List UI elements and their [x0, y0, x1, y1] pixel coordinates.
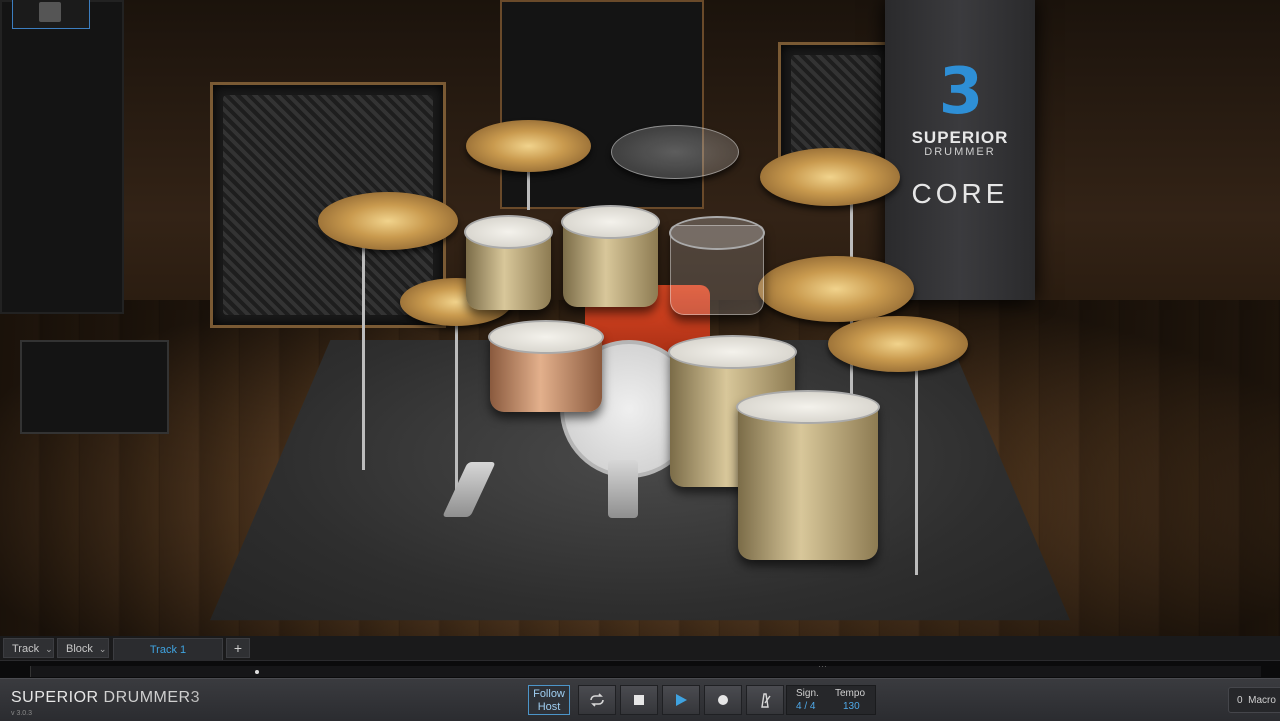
record-button[interactable] — [704, 685, 742, 715]
version-label: v 3.0.3 — [11, 710, 33, 717]
crash-cymbal[interactable] — [466, 120, 591, 172]
signature-label: Sign. — [796, 688, 819, 699]
floor-tom[interactable] — [736, 390, 880, 560]
preset-thumbnail[interactable] — [12, 0, 90, 29]
play-icon — [676, 694, 687, 706]
kick-pedal[interactable] — [608, 460, 638, 518]
loop-button[interactable] — [578, 685, 616, 715]
chevron-down-icon: ⌄ — [45, 644, 53, 654]
play-button[interactable] — [662, 685, 700, 715]
block-menu-label: Block — [66, 643, 93, 655]
logo-number: 3 — [190, 689, 200, 706]
ghost-cymbal[interactable] — [611, 125, 739, 179]
china-cymbal[interactable] — [828, 316, 968, 372]
resize-grip-icon[interactable]: ··· — [818, 661, 827, 671]
stop-icon — [634, 695, 644, 705]
banner-superior: SUPERIOR — [911, 128, 1009, 147]
rack-tom[interactable] — [464, 215, 553, 310]
track-menu-button[interactable]: Track ⌄ — [3, 638, 54, 658]
tempo-value[interactable]: 130 — [843, 701, 860, 712]
metronome-icon — [761, 693, 771, 708]
track-menu-label: Track — [12, 643, 40, 655]
follow-host-line1: Follow — [533, 688, 565, 700]
metronome-button[interactable] — [746, 685, 784, 715]
record-icon — [718, 695, 728, 705]
rack-tom[interactable] — [561, 205, 660, 307]
timeline-lane[interactable] — [30, 666, 1261, 677]
cymbal-stand — [915, 345, 918, 575]
song-timeline[interactable]: ··· — [0, 660, 1280, 679]
signature-value[interactable]: 4 / 4 — [796, 701, 815, 712]
loop-icon — [590, 693, 604, 707]
signature-tempo-display[interactable]: Sign. Tempo 4 / 4 130 — [786, 685, 876, 715]
track-tab-bar: Track ⌄ Block ⌄ Track 1 + — [0, 636, 1280, 660]
macro-count: 0 — [1237, 695, 1243, 706]
banner-number: 3 — [938, 55, 984, 129]
block-menu-button[interactable]: Block ⌄ — [57, 638, 109, 658]
stop-button[interactable] — [620, 685, 658, 715]
tempo-label: Tempo — [835, 688, 866, 699]
logo-superior: SUPERIOR — [11, 689, 99, 706]
macro-label: Macro — [1248, 695, 1276, 706]
crash-cymbal[interactable] — [758, 256, 914, 322]
add-tab-button[interactable]: + — [226, 638, 250, 658]
logo-drummer: DRUMMER — [103, 689, 191, 706]
crash-cymbal[interactable] — [318, 192, 458, 250]
follow-host-line2: Host — [537, 701, 561, 713]
snare-drum[interactable] — [488, 320, 604, 412]
banner-core: CORE — [911, 178, 1009, 209]
road-case — [20, 340, 169, 434]
app-logo: SUPERIOR DRUMMER3 — [11, 689, 200, 707]
banner-drummer: DRUMMER — [924, 146, 996, 158]
ride-cymbal[interactable] — [760, 148, 900, 206]
playhead-marker[interactable] — [255, 670, 259, 674]
macro-button[interactable]: 0 Macro — [1228, 687, 1280, 713]
transport-bar: SUPERIOR DRUMMER3 v 3.0.3 Follow Host Si… — [0, 678, 1280, 721]
cymbal-stand — [362, 225, 365, 470]
drum-kit-view: 3 SUPERIOR DRUMMER CORE — [0, 0, 1280, 660]
superior-drummer-banner: 3 SUPERIOR DRUMMER CORE — [885, 0, 1035, 300]
chevron-down-icon: ⌄ — [98, 644, 107, 654]
tab-track-1[interactable]: Track 1 — [113, 638, 223, 660]
left-dark-cabinet — [0, 0, 124, 314]
follow-host-button[interactable]: Follow Host — [528, 685, 570, 715]
ghost-tom[interactable] — [669, 216, 765, 315]
